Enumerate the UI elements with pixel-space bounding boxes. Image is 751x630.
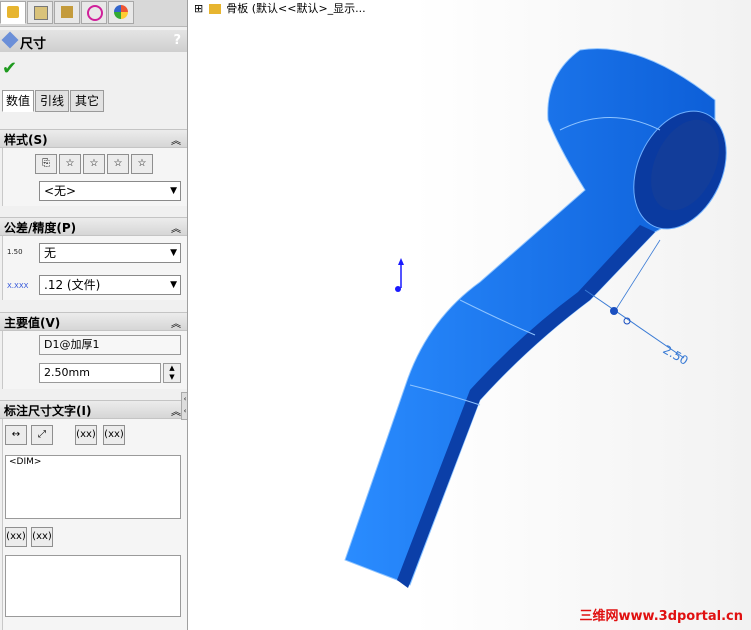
primary-value-section-header[interactable]: 主要值(V) ︽ xyxy=(0,312,187,331)
feature-tree-icon xyxy=(7,6,19,18)
precision-value: .12 (文件) xyxy=(44,278,101,292)
dimension-icon xyxy=(1,31,19,49)
part-icon xyxy=(208,4,221,14)
dimension-text-section-header[interactable]: 标注尺寸文字(I) ︽ xyxy=(0,400,187,419)
value-stepper[interactable]: ▲ ▼ xyxy=(163,363,181,383)
collapse-icon[interactable]: ︽ xyxy=(171,315,181,330)
add-style-icon[interactable]: ☆ xyxy=(59,154,81,174)
dimension-text-area-lower[interactable] xyxy=(5,555,181,617)
collapse-icon[interactable]: ︽ xyxy=(171,403,181,418)
display-icon xyxy=(114,5,128,19)
chevron-down-icon: ▼ xyxy=(170,186,177,196)
dimension-text-section-title: 标注尺寸文字(I) xyxy=(4,404,92,418)
parentheses-button-2[interactable]: (xx) xyxy=(5,527,27,547)
tolerance-icon: 1.50 xyxy=(7,248,23,256)
parentheses-button[interactable]: (xx) xyxy=(75,425,97,445)
tree-part-label[interactable]: 骨板 (默认<<默认>_显示... xyxy=(226,2,365,15)
tolerance-section-title: 公差/精度(P) xyxy=(4,221,77,235)
save-style-icon[interactable]: ☆ xyxy=(107,154,129,174)
primary-value-section-title: 主要值(V) xyxy=(4,316,61,330)
tab-leaders[interactable]: 引线 xyxy=(35,90,69,112)
triad-origin xyxy=(395,286,401,292)
precision-icon: X.XXX xyxy=(7,282,29,290)
dimension-value-field[interactable]: 2.50mm xyxy=(39,363,161,383)
apply-style-icon[interactable]: ⎘ xyxy=(35,154,57,174)
config-icon xyxy=(61,6,73,18)
dimension-handle[interactable] xyxy=(610,307,618,315)
panel-splitter-arrow[interactable]: ‹ ‹ xyxy=(181,392,187,420)
horizontal-text-icon[interactable]: ↔ xyxy=(5,425,27,445)
dimension-name-field[interactable]: D1@加厚1 xyxy=(39,335,181,355)
style-section-header[interactable]: 样式(S) ︽ xyxy=(0,129,187,148)
tab-configuration-manager[interactable] xyxy=(54,1,80,24)
dimension-text-section-body: ↔ ⤢ (xx) (xx) <DIM> (xx) (xx) xyxy=(2,419,187,630)
expand-icon[interactable]: ⊞ xyxy=(194,2,203,15)
watermark: 三维网www.3dportal.cn xyxy=(579,609,743,624)
style-select[interactable]: <无> ▼ xyxy=(39,181,181,201)
precision-select[interactable]: .12 (文件) ▼ xyxy=(39,275,181,295)
tab-values[interactable]: 数值 xyxy=(2,90,34,112)
ok-checkmark-button[interactable]: ✔ xyxy=(2,58,17,79)
inspection-button-2[interactable]: (xx) xyxy=(31,527,53,547)
tab-dimxpert-manager[interactable] xyxy=(81,1,107,24)
feature-tree-flyout[interactable]: ⊞ 骨板 (默认<<默认>_显示... xyxy=(194,0,366,16)
tolerance-type-select[interactable]: 无 ▼ xyxy=(39,243,181,263)
panel-title-bar: 尺寸 ? xyxy=(0,30,187,52)
graphics-area[interactable]: 2.50 三维网www.3dportal.cn xyxy=(188,0,751,630)
tolerance-section-header[interactable]: 公差/精度(P) ︽ xyxy=(0,217,187,236)
collapse-icon[interactable]: ︽ xyxy=(171,220,181,235)
property-manager: 尺寸 ? ✔ 数值 引线 其它 样式(S) ︽ ⎘ ☆ ☆ ☆ ☆ <无> ▼ … xyxy=(0,0,188,630)
crosshair-icon xyxy=(87,5,103,21)
panel-title: 尺寸 xyxy=(20,37,47,52)
part-model[interactable]: 2.50 xyxy=(188,0,751,630)
inspection-button[interactable]: (xx) xyxy=(103,425,125,445)
delete-style-icon[interactable]: ☆ xyxy=(83,154,105,174)
primary-value-section-body: D1@加厚1 2.50mm ▲ ▼ xyxy=(2,331,187,389)
style-select-value: <无> xyxy=(44,184,77,198)
help-button[interactable]: ? xyxy=(173,33,181,48)
tab-property-manager[interactable] xyxy=(27,1,53,24)
chevron-down-icon: ▼ xyxy=(170,280,177,290)
dimension-label[interactable]: 2.50 xyxy=(661,342,691,367)
chevron-down-icon: ▼ xyxy=(170,248,177,258)
tolerance-type-value: 无 xyxy=(44,246,57,260)
tab-other[interactable]: 其它 xyxy=(70,90,104,112)
property-icon xyxy=(34,6,48,20)
load-style-icon[interactable]: ☆ xyxy=(131,154,153,174)
style-section-title: 样式(S) xyxy=(4,133,48,147)
tolerance-section-body: 1.50 无 ▼ X.XXX .12 (文件) ▼ xyxy=(2,236,187,300)
tab-display-manager[interactable] xyxy=(108,1,134,24)
tab-feature-manager[interactable] xyxy=(0,1,26,24)
aligned-text-icon[interactable]: ⤢ xyxy=(31,425,53,445)
manager-tabs xyxy=(0,0,187,27)
collapse-icon[interactable]: ︽ xyxy=(171,132,181,147)
dimension-text-area[interactable]: <DIM> xyxy=(5,455,181,519)
style-section-body: ⎘ ☆ ☆ ☆ ☆ <无> ▼ xyxy=(2,148,187,206)
